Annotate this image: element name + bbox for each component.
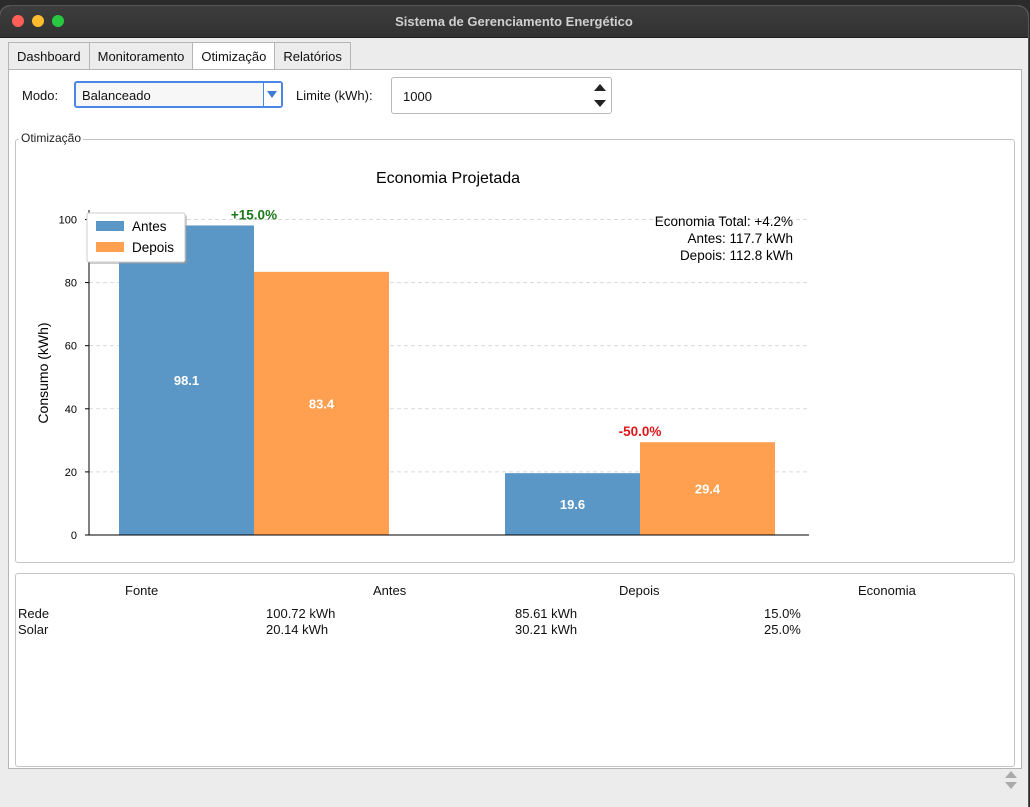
limit-label: Limite (kWh): [296, 88, 373, 103]
y-tick-label: 60 [65, 341, 77, 353]
summary-total: Economia Total: +4.2% [655, 214, 793, 229]
y-tick-label: 100 [59, 214, 77, 226]
title-bar: Sistema de Gerenciamento Energético [0, 6, 1028, 38]
table-cell: 15.0% [764, 606, 801, 621]
tab-relatorios[interactable]: Relatórios [274, 42, 351, 69]
data-label: 98.1 [174, 373, 199, 388]
tab-dashboard[interactable]: Dashboard [8, 42, 90, 69]
summary-depois: Depois: 112.8 kWh [680, 248, 793, 263]
column-header-antes: Antes [373, 583, 407, 598]
summary-antes: Antes: 117.7 kWh [687, 231, 793, 246]
decrement-arrow-icon[interactable] [593, 97, 607, 111]
tab-content-otimizacao: Modo: Balanceado Limite (kWh): 1000 Otim… [8, 69, 1022, 769]
y-tick-label: 20 [65, 467, 77, 479]
legend-label-depois: Depois [132, 240, 174, 255]
increment-arrow-icon[interactable] [593, 81, 607, 95]
y-tick-label: 80 [65, 278, 77, 290]
chevron-down-icon[interactable] [263, 83, 281, 106]
app-window: Sistema de Gerenciamento Energético Dash… [0, 6, 1028, 807]
resize-grip-icon[interactable] [1004, 769, 1018, 793]
limit-spinbox[interactable]: 1000 [391, 77, 612, 114]
optimization-group: Otimização Economia Projetada Consumo (k… [15, 131, 1015, 563]
comparison-table: Fonte Antes Depois Economia Rede 100.72 … [15, 573, 1015, 767]
table-cell: 30.21 kWh [515, 622, 578, 637]
limit-value: 1000 [403, 89, 432, 104]
bars [119, 225, 775, 535]
table-cell: 20.14 kWh [266, 622, 329, 637]
table-cell: 25.0% [764, 622, 801, 637]
change-label: +15.0% [231, 207, 277, 222]
legend-label-antes: Antes [132, 219, 167, 234]
legend-swatch-antes [96, 221, 124, 231]
table-cell: 100.72 kWh [266, 606, 336, 621]
mode-select[interactable]: Balanceado [74, 81, 283, 108]
table-cell: Rede [18, 606, 50, 621]
data-label: 19.6 [560, 497, 585, 512]
tab-monitoramento[interactable]: Monitoramento [88, 42, 194, 69]
y-tick-label: 0 [71, 530, 77, 542]
column-header-economia: Economia [858, 583, 916, 598]
data-label: 29.4 [695, 482, 721, 497]
change-label: -50.0% [619, 424, 662, 439]
column-header-fonte: Fonte [125, 583, 159, 598]
window-title: Sistema de Gerenciamento Energético [395, 14, 633, 29]
y-axis-label: Consumo (kWh) [35, 322, 51, 423]
y-tick-label: 40 [65, 404, 77, 416]
chart-title: Economia Projetada [376, 170, 520, 187]
summary-box: Economia Total: +4.2% Antes: 117.7 kWh D… [655, 214, 793, 263]
column-header-depois: Depois [619, 583, 660, 598]
tab-otimizacao[interactable]: Otimização [192, 42, 276, 69]
savings-chart: Economia Projetada Consumo (kWh) 0 20 40 60… [35, 170, 809, 542]
table-cell: Solar [18, 622, 49, 637]
data-label: 83.4 [309, 396, 335, 411]
legend-swatch-depois [96, 242, 124, 252]
tab-bar: Dashboard Monitoramento Otimização Relat… [8, 42, 351, 70]
mode-label: Modo: [22, 88, 59, 103]
mode-select-value: Balanceado [82, 88, 151, 103]
table-cell: 85.61 kWh [515, 606, 578, 621]
legend: Antes Depois [86, 212, 187, 264]
